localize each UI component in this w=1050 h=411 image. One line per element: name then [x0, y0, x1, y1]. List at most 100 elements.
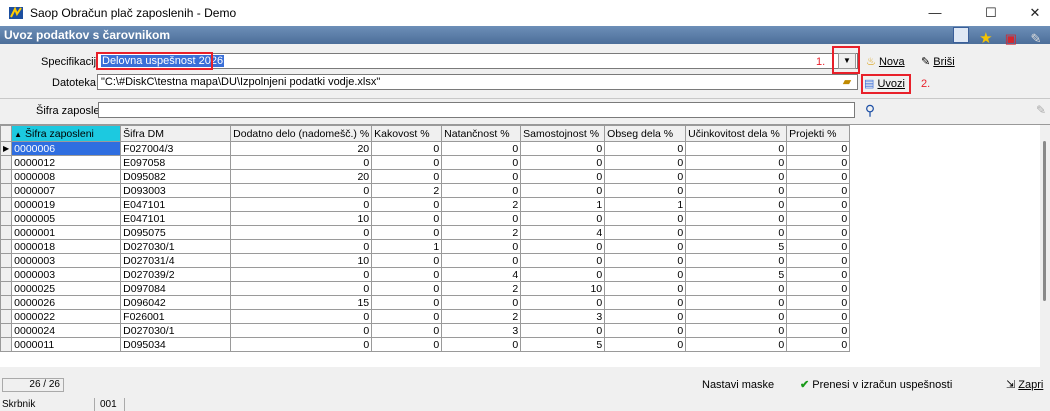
grid-cell[interactable]: D095034 [120, 337, 232, 352]
grid-cell[interactable]: 0000008 [11, 169, 122, 184]
grid-cell[interactable]: 0 [685, 169, 788, 184]
grid-cell[interactable]: 10 [520, 281, 606, 296]
grid-cell[interactable]: 20 [230, 169, 373, 184]
table-row[interactable]: 0000018 D027030/1 0 1 0 0 0 5 0 [0, 239, 851, 254]
grid-cell[interactable]: 0 [604, 253, 687, 268]
window-list-icon[interactable] [952, 27, 969, 43]
grid-cell[interactable]: 0 [441, 169, 522, 184]
grid-cell[interactable]: 0000001 [11, 225, 122, 240]
table-row[interactable]: 0000005 E047101 10 0 0 0 0 0 0 [0, 211, 851, 226]
grid-cell[interactable]: 15 [230, 295, 373, 310]
table-row[interactable]: 0000008 D095082 20 0 0 0 0 0 0 [0, 169, 851, 184]
grid-cell[interactable]: 0 [371, 141, 443, 156]
grid-cell[interactable]: 0 [685, 337, 788, 352]
grid-cell[interactable]: 0 [371, 281, 443, 296]
grid-cell[interactable]: 0 [441, 253, 522, 268]
zapri-button[interactable]: ⇲ Zapri [1006, 376, 1043, 394]
column-header-obseg-dela[interactable]: Obseg dela % [604, 125, 687, 142]
grid-cell[interactable]: E097058 [120, 155, 232, 170]
grid-cell[interactable]: 0 [685, 295, 788, 310]
grid-cell[interactable]: 2 [371, 183, 443, 198]
row-indicator[interactable] [0, 267, 13, 282]
grid-cell[interactable]: 1 [520, 197, 606, 212]
grid-cell[interactable]: 0 [604, 309, 687, 324]
table-row[interactable]: 0000007 D093003 0 2 0 0 0 0 0 [0, 183, 851, 198]
row-indicator[interactable] [0, 169, 13, 184]
table-row[interactable]: 0000001 D095075 0 0 2 4 0 0 0 [0, 225, 851, 240]
grid-cell[interactable]: 5 [685, 239, 788, 254]
row-indicator[interactable] [0, 197, 13, 212]
grid-cell[interactable]: 0 [786, 155, 851, 170]
grid-cell[interactable]: 3 [520, 309, 606, 324]
grid-cell[interactable]: 0 [604, 295, 687, 310]
grid-cell[interactable]: 4 [520, 225, 606, 240]
grid-cell[interactable]: F027004/3 [120, 141, 232, 156]
grid-cell[interactable]: 0 [371, 211, 443, 226]
file-input[interactable]: "C:\#DiskC\testna mapa\DU\Izpolnjeni pod… [97, 74, 858, 90]
grid-cell[interactable]: 1 [604, 197, 687, 212]
table-row[interactable]: 0000022 F026001 0 0 2 3 0 0 0 [0, 309, 851, 324]
grid-cell[interactable]: 0 [441, 155, 522, 170]
grid-cell[interactable]: 0000019 [11, 197, 122, 212]
vertical-scrollbar[interactable] [1040, 125, 1050, 367]
table-row[interactable]: ▶ 0000006 F027004/3 20 0 0 0 0 0 0 [0, 141, 851, 156]
row-indicator[interactable] [0, 239, 13, 254]
grid-cell[interactable]: 0 [230, 309, 373, 324]
grid-cell[interactable]: D027030/1 [120, 239, 232, 254]
minimize-button[interactable]: — [912, 0, 958, 26]
grid-cell[interactable]: 0000025 [11, 281, 122, 296]
grid-cell[interactable]: F026001 [120, 309, 232, 324]
row-indicator[interactable] [0, 281, 13, 296]
grid-cell[interactable]: 0 [604, 155, 687, 170]
grid-cell[interactable]: 0 [685, 211, 788, 226]
grid-cell[interactable]: 0000006 [11, 141, 122, 156]
grid-cell[interactable]: 0 [604, 267, 687, 282]
grid-cell[interactable]: 0 [371, 267, 443, 282]
table-row[interactable]: 0000024 D027030/1 0 0 3 0 0 0 0 [0, 323, 851, 338]
grid-cell[interactable]: 0 [520, 169, 606, 184]
grid-cell[interactable]: 0 [371, 169, 443, 184]
grid-cell[interactable]: 0 [441, 211, 522, 226]
grid-cell[interactable]: 0 [786, 337, 851, 352]
row-indicator[interactable] [0, 323, 13, 338]
table-row[interactable]: 0000003 D027031/4 10 0 0 0 0 0 0 [0, 253, 851, 268]
grid-cell[interactable]: 0 [441, 141, 522, 156]
row-indicator[interactable] [0, 253, 13, 268]
grid-cell[interactable]: 0 [604, 141, 687, 156]
grid-cell[interactable]: 0 [371, 295, 443, 310]
grid-cell[interactable]: 0 [786, 239, 851, 254]
grid-cell[interactable]: 0 [230, 281, 373, 296]
grid-cell[interactable]: 0 [520, 323, 606, 338]
grid-cell[interactable]: 0 [786, 295, 851, 310]
grid-cell[interactable]: 0 [786, 183, 851, 198]
grid-cell[interactable]: E047101 [120, 197, 232, 212]
grid-cell[interactable]: 5 [685, 267, 788, 282]
grid-cell[interactable]: 0 [441, 295, 522, 310]
grid-cell[interactable]: D095082 [120, 169, 232, 184]
table-row[interactable]: 0000019 E047101 0 0 2 1 1 0 0 [0, 197, 851, 212]
grid-cell[interactable]: 0 [685, 309, 788, 324]
grid-cell[interactable]: 0000024 [11, 323, 122, 338]
grid-cell[interactable]: 0 [441, 183, 522, 198]
grid-cell[interactable]: D027030/1 [120, 323, 232, 338]
grid-cell[interactable]: 0 [371, 323, 443, 338]
nova-button[interactable]: ♨ Nova [866, 53, 905, 71]
folder-open-icon[interactable]: ▰ [838, 75, 856, 89]
grid-cell[interactable]: 0 [786, 309, 851, 324]
column-header-sifra-zaposleni[interactable]: ▲ Šifra zaposleni [11, 125, 122, 142]
filter-input[interactable] [98, 102, 855, 118]
grid-cell[interactable]: 0 [786, 197, 851, 212]
row-indicator[interactable] [0, 295, 13, 310]
grid-cell[interactable]: 0 [786, 267, 851, 282]
grid-cell[interactable]: 0 [604, 337, 687, 352]
grid-cell[interactable]: 0 [441, 239, 522, 254]
grid-cell[interactable]: 0 [520, 267, 606, 282]
grid-cell[interactable]: 0000018 [11, 239, 122, 254]
grid-cell[interactable]: 0 [786, 253, 851, 268]
column-header-projekti[interactable]: Projekti % [786, 125, 851, 142]
grid-cell[interactable]: 0 [685, 225, 788, 240]
nastavi-maske-button[interactable]: Nastavi maske [702, 376, 774, 394]
help-icon[interactable]: ✎ [1028, 31, 1044, 47]
table-row[interactable]: 0000026 D096042 15 0 0 0 0 0 0 [0, 295, 851, 310]
grid-cell[interactable]: 0 [786, 169, 851, 184]
